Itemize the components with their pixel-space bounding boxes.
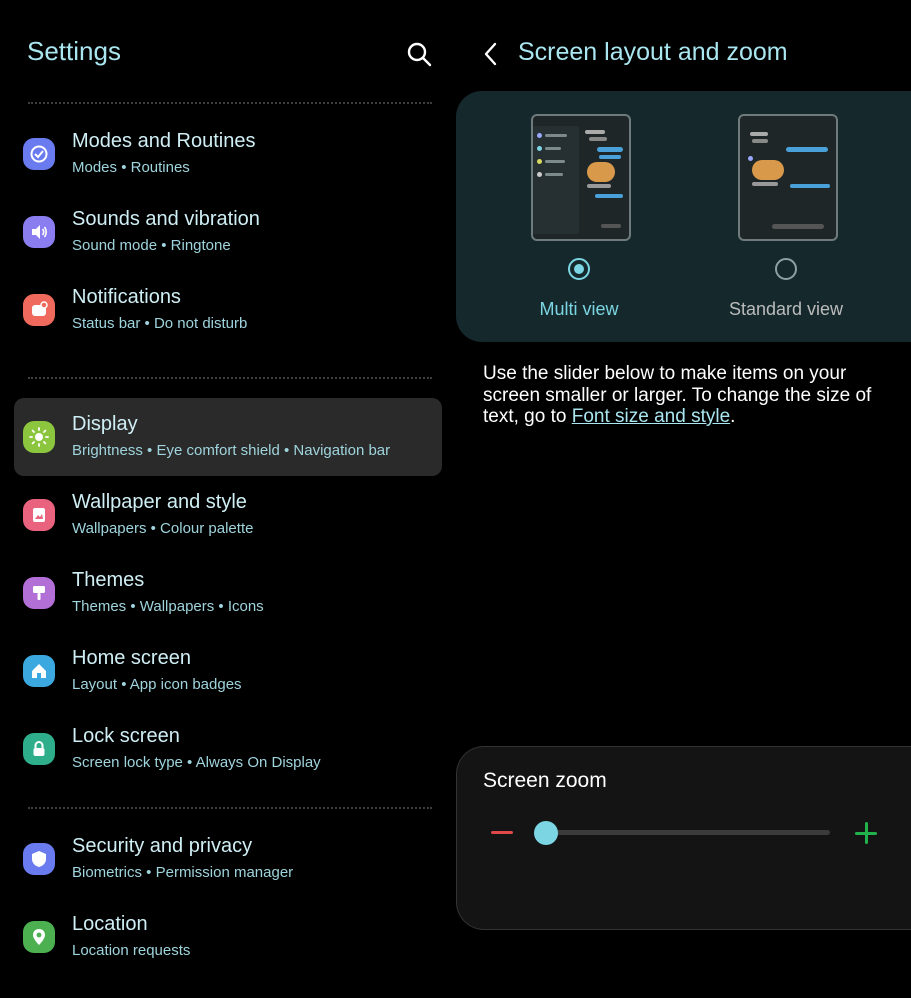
notification-icon xyxy=(23,294,55,326)
item-subtitle: Status bar • Do not disturb xyxy=(72,315,248,332)
item-title: Lock screen xyxy=(72,725,180,747)
item-subtitle: Screen lock type • Always On Display xyxy=(72,754,321,771)
minus-icon[interactable] xyxy=(491,831,513,834)
item-subtitle: Themes • Wallpapers • Icons xyxy=(72,598,264,615)
sidebar-item-modes-routines[interactable]: Modes and Routines Modes • Routines xyxy=(14,115,442,193)
item-title: Home screen xyxy=(72,647,191,669)
multi-view-radio[interactable] xyxy=(568,258,590,280)
sidebar-item-themes[interactable]: Themes Themes • Wallpapers • Icons xyxy=(14,554,442,632)
screen-zoom-card: Screen zoom xyxy=(456,746,911,930)
paintbrush-icon xyxy=(23,577,55,609)
sidebar-item-location[interactable]: Location Location requests xyxy=(14,898,442,976)
sidebar-item-security-privacy[interactable]: Security and privacy Biometrics • Permis… xyxy=(14,820,442,898)
divider xyxy=(28,377,432,379)
sun-icon xyxy=(23,421,55,453)
item-title: Wallpaper and style xyxy=(72,491,247,513)
divider xyxy=(28,102,432,104)
zoom-slider-thumb[interactable] xyxy=(533,821,558,845)
back-arrow-icon[interactable] xyxy=(479,40,503,68)
image-icon xyxy=(23,499,55,531)
description-text: Use the slider below to make items on yo… xyxy=(483,363,883,428)
item-subtitle: Modes • Routines xyxy=(72,159,190,176)
item-subtitle: Brightness • Eye comfort shield • Naviga… xyxy=(72,442,391,459)
divider xyxy=(28,807,432,809)
search-icon[interactable] xyxy=(405,40,433,68)
sidebar-item-lock-screen[interactable]: Lock screen Screen lock type • Always On… xyxy=(14,710,442,788)
standard-view-preview xyxy=(738,114,838,241)
item-title: Themes xyxy=(72,569,145,591)
font-size-style-link[interactable]: Font size and style xyxy=(572,406,730,427)
description-end: . xyxy=(730,406,736,427)
screen-layout-panel: Screen layout and zoom Multi view Standa… xyxy=(456,0,911,998)
item-title: Notifications xyxy=(72,286,181,308)
standard-view-radio[interactable] xyxy=(775,258,797,280)
multi-view-preview xyxy=(531,114,631,241)
standard-view-label: Standard view xyxy=(728,299,844,319)
settings-panel: Settings Modes and Routines Modes • Rout… xyxy=(0,0,456,998)
item-subtitle: Location requests xyxy=(72,942,191,959)
home-icon xyxy=(23,655,55,687)
item-subtitle: Sound mode • Ringtone xyxy=(72,237,231,254)
location-pin-icon xyxy=(23,921,55,953)
view-mode-card: Multi view Standard view xyxy=(456,91,911,342)
screen-zoom-label: Screen zoom xyxy=(483,769,607,792)
sidebar-item-sounds-vibration[interactable]: Sounds and vibration Sound mode • Ringto… xyxy=(14,193,442,271)
sidebar-item-wallpaper-style[interactable]: Wallpaper and style Wallpapers • Colour … xyxy=(14,476,442,554)
speaker-icon xyxy=(23,216,55,248)
shield-icon xyxy=(23,843,55,875)
item-title: Modes and Routines xyxy=(72,130,256,152)
lock-icon xyxy=(23,733,55,765)
page-title: Screen layout and zoom xyxy=(518,38,788,66)
item-title: Location xyxy=(72,913,148,935)
sidebar-item-display[interactable]: Display Brightness • Eye comfort shield … xyxy=(14,398,442,476)
check-circle-icon xyxy=(23,138,55,170)
item-subtitle: Biometrics • Permission manager xyxy=(72,864,294,881)
item-title: Security and privacy xyxy=(72,835,253,857)
item-subtitle: Wallpapers • Colour palette xyxy=(72,520,254,537)
item-title: Sounds and vibration xyxy=(72,208,260,230)
zoom-slider-track[interactable] xyxy=(537,830,830,835)
sidebar-item-home-screen[interactable]: Home screen Layout • App icon badges xyxy=(14,632,442,710)
multi-view-label: Multi view xyxy=(539,299,619,319)
page-title: Settings xyxy=(27,36,121,66)
sidebar-item-notifications[interactable]: Notifications Status bar • Do not distur… xyxy=(14,271,442,349)
item-subtitle: Layout • App icon badges xyxy=(72,676,242,693)
plus-icon[interactable] xyxy=(855,822,877,844)
item-title: Display xyxy=(72,413,138,435)
